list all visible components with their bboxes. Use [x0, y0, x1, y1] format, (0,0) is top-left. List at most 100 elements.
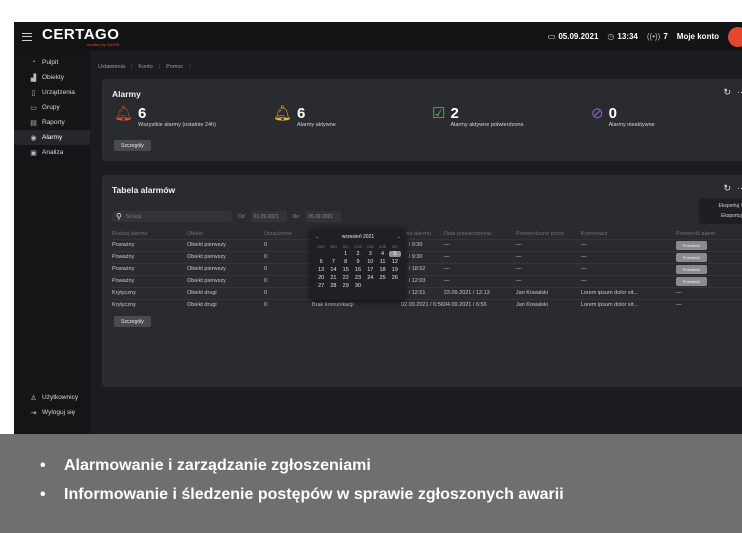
calendar-day[interactable]: 25: [376, 275, 388, 281]
table-row[interactable]: Poważny Obiekt pierwszy 0 21 / 9:30 — — …: [112, 250, 742, 263]
date-to-field[interactable]: 05.09.2021: [305, 211, 342, 222]
confirm-button[interactable]: Potwierdź: [675, 264, 708, 274]
table-cell: —: [580, 250, 676, 263]
stat-value: 0: [608, 105, 617, 122]
calendar-day[interactable]: 17: [364, 267, 376, 273]
folder-icon: ▭: [30, 104, 37, 112]
calendar-day[interactable]: 7: [327, 259, 339, 265]
breadcrumb-konto[interactable]: Konto: [138, 64, 152, 70]
more-icon[interactable]: ···: [737, 183, 742, 194]
table-cell: Lorem ipsum dolor sit...: [580, 286, 676, 299]
sidebar-item-wyloguj[interactable]: ⇥ Wyloguj się: [14, 405, 90, 420]
sidebar-item-grupy[interactable]: ▭ Grupy: [14, 100, 90, 115]
table-row[interactable]: Krytyczny Obiekt drugi 0 21 / 12:51 23.0…: [112, 286, 742, 299]
column-header[interactable]: Obiekt: [187, 229, 264, 239]
table-cell: Krytyczny: [112, 298, 187, 311]
table-cell: Obiekt pierwszy: [187, 250, 264, 263]
sidebar-item-obiekty[interactable]: ▟ Obiekty: [14, 70, 90, 85]
calendar-day[interactable]: 3: [364, 251, 376, 257]
table-filters: ⚲ Szukaj Od 01.09.2021 Do 05.09.2021: [112, 211, 342, 222]
sidebar-item-alarmy[interactable]: ◉ Alarmy: [14, 130, 90, 145]
alarm-signal-icon[interactable]: ((•)): [647, 32, 660, 41]
column-header[interactable]: Urządzenie: [264, 229, 312, 239]
calendar-day[interactable]: 6: [315, 259, 327, 265]
column-header[interactable]: Rodzaj alarmu: [112, 229, 187, 239]
export-xml-option[interactable]: Eksportuj xml: [705, 211, 742, 221]
calendar-day[interactable]: 21: [327, 275, 339, 281]
to-label: Do: [292, 213, 300, 220]
analysis-icon: ▣: [30, 149, 37, 157]
calendar-day[interactable]: 20: [315, 275, 327, 281]
confirm-button[interactable]: Potwierdź: [675, 276, 708, 286]
date-from-field[interactable]: 01.09.2021: [250, 211, 287, 222]
calendar-day[interactable]: 24: [364, 275, 376, 281]
table-row[interactable]: Poważny Obiekt pierwszy 0 21 / 18:52 — —…: [112, 262, 742, 275]
calendar-day[interactable]: 26: [389, 275, 401, 281]
sidebar-item-uzytkownicy[interactable]: ♙ Użytkownicy: [14, 390, 90, 405]
account-link[interactable]: Moje konto: [677, 32, 719, 41]
calendar-day[interactable]: 9: [352, 259, 364, 265]
prev-month-arrow-icon[interactable]: ←: [315, 234, 320, 240]
calendar-day[interactable]: 30: [352, 283, 364, 289]
search-placeholder: Szukaj: [125, 213, 141, 220]
table-row[interactable]: Poważny Obiekt pierwszy 0 21 / 9:30 — — …: [112, 238, 742, 251]
avatar[interactable]: [728, 26, 742, 47]
calendar-day[interactable]: 19: [389, 267, 401, 273]
refresh-icon[interactable]: ↻: [723, 183, 731, 194]
details-button[interactable]: Szczegóły: [114, 316, 151, 327]
calendar-day[interactable]: 12: [389, 259, 401, 265]
breadcrumb-separator: |: [130, 64, 133, 70]
export-csv-option[interactable]: Eksportuj CSV: [705, 201, 742, 211]
column-header[interactable]: Potwierdź alarm: [676, 229, 742, 239]
breadcrumb-ustawienia[interactable]: Ustawienia: [98, 64, 125, 70]
bar-chart-icon: ▟: [30, 74, 37, 82]
search-icon: ⚲: [116, 212, 122, 221]
sidebar-item-urzadzenia[interactable]: ▯ Urządzenia: [14, 85, 90, 100]
calendar-day[interactable]: 29: [340, 283, 352, 289]
column-header[interactable]: Potwierdzone przez: [516, 229, 581, 239]
calendar-day[interactable]: 11: [376, 259, 388, 265]
confirm-button[interactable]: Potwierdź: [675, 252, 708, 262]
calendar-day[interactable]: 10: [364, 259, 376, 265]
next-month-arrow-icon[interactable]: →: [396, 234, 401, 240]
stat-active-alarms: 🔔︎ 6 Alarmy aktywne: [273, 106, 336, 128]
calendar-day[interactable]: 5: [388, 251, 401, 257]
logo[interactable]: CERTAGO created by SAGIR: [42, 27, 119, 47]
sidebar-item-analiza[interactable]: ▣ Analiza: [14, 145, 90, 160]
calendar-day[interactable]: 27: [315, 283, 327, 289]
table-cell: Potwierdź: [675, 274, 742, 287]
confirm-button[interactable]: Potwierdź: [675, 240, 708, 250]
calendar-day[interactable]: 13: [315, 267, 327, 273]
weekday-label: nie: [391, 244, 398, 249]
table-cell: 21 / 12:51: [401, 286, 444, 299]
calendar-day[interactable]: 16: [352, 267, 364, 273]
calendar-day[interactable]: 23: [352, 275, 364, 281]
table-row[interactable]: Poważny Obiekt pierwszy 0 21 / 12:03 — —…: [112, 274, 742, 287]
table-row[interactable]: Krytyczny Obiekt drugi 0 Brak komunikacj…: [112, 298, 742, 311]
search-input[interactable]: ⚲ Szukaj: [112, 211, 232, 222]
calendar-day[interactable]: 14: [327, 267, 339, 273]
feature-text: Alarmowanie i zarządzanie zgłoszeniami: [64, 457, 371, 474]
calendar-day[interactable]: 8: [340, 259, 352, 265]
breadcrumb-pomoc[interactable]: Pomoc: [166, 64, 183, 70]
more-icon[interactable]: ···: [737, 87, 742, 98]
alarm-count[interactable]: 7: [663, 32, 667, 41]
calendar-day[interactable]: 15: [340, 267, 352, 273]
column-header[interactable]: Data potwierdzenia: [444, 229, 516, 239]
sidebar-item-pulpit[interactable]: ◔ Pulpit: [14, 55, 90, 70]
calendar-day[interactable]: 4: [376, 251, 388, 257]
sidebar-item-raporty[interactable]: ▤ Raporty: [14, 115, 90, 130]
calendar-day[interactable]: 22: [340, 275, 352, 281]
menu-icon[interactable]: [22, 32, 32, 41]
details-button[interactable]: Szczegóły: [114, 140, 151, 151]
calendar-day[interactable]: 28: [327, 283, 339, 289]
refresh-icon[interactable]: ↻: [723, 87, 731, 98]
column-header[interactable]: Komentarz: [581, 229, 676, 239]
calendar-day[interactable]: 1: [340, 251, 352, 257]
calendar-day[interactable]: 18: [376, 267, 388, 273]
column-header[interactable]: Data alarmu: [401, 229, 444, 239]
table-cell: 04.09.2021 / 6:56: [443, 298, 516, 311]
weekday-label: wto: [329, 244, 337, 249]
date-picker-popup: ← wrzesień 2021 → pon wto śro czw pią sob nie 1…: [310, 228, 406, 300]
calendar-day[interactable]: 2: [352, 251, 364, 257]
